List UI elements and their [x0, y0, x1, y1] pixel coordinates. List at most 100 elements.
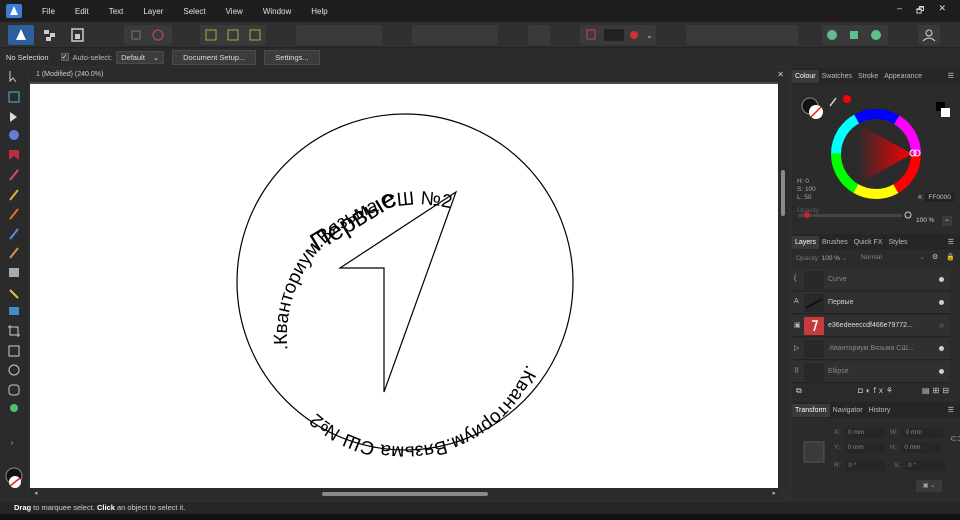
blend-mode-dropdown[interactable]: Normal ⌄ [858, 252, 928, 263]
vertical-scrollbar[interactable] [778, 82, 788, 488]
rounded-rect-tool-icon[interactable] [8, 384, 20, 396]
h-field[interactable]: H: 0 mm [890, 443, 942, 453]
layers-panel-footer-icon[interactable]: ⧉ [796, 386, 802, 396]
auto-select-dropdown[interactable]: Default ⌄ [116, 50, 165, 64]
move-tool-icon[interactable] [9, 71, 17, 83]
transform-panel-menu-icon[interactable]: ☰ [945, 406, 960, 414]
saturation-triangle[interactable] [858, 124, 912, 184]
fill-tool-icon[interactable] [9, 228, 19, 240]
horizontal-scrollbar[interactable]: ◂ ▸ [30, 488, 780, 500]
layer-add-delete-icons[interactable]: ▤⊞⊟ [922, 386, 952, 395]
hex-value[interactable]: FF0000 [925, 193, 954, 202]
menu-view[interactable]: View [216, 7, 253, 16]
pixel-persona-button[interactable] [38, 25, 62, 45]
vector-brush-icon[interactable] [9, 208, 19, 220]
h-value[interactable]: 0 mm [901, 443, 942, 453]
colour-panel-menu-icon[interactable]: ☰ [945, 72, 960, 80]
layer-row-image[interactable]: ▣ e36edeeeccdf466e79772... [792, 315, 950, 337]
link-icon[interactable]: ⊂⊃ [950, 434, 960, 443]
auto-select-checkbox[interactable]: ✓ [60, 53, 69, 61]
designer-persona-button[interactable] [8, 25, 34, 45]
opacity-slider[interactable] [798, 214, 902, 217]
horizontal-scroll-thumb[interactable] [322, 492, 488, 496]
account-button[interactable] [918, 25, 940, 45]
menu-window[interactable]: Window [253, 7, 301, 16]
fill-stroke-swatch-icon[interactable] [801, 97, 823, 119]
layer-row-arc-text[interactable]: ▷ .Кванториум.Вязьма СШ... [792, 338, 950, 360]
minimize-button[interactable]: – [897, 3, 902, 19]
tab-appearance[interactable]: Appearance [881, 73, 925, 80]
shear-field[interactable]: S: 0 ° [894, 461, 945, 471]
visibility-dot-icon[interactable] [939, 346, 944, 351]
colour-swatch-icon[interactable] [5, 467, 23, 488]
document-tab[interactable]: 1 (Modified) (240.0%) ✕ [30, 68, 788, 82]
lock-icon[interactable]: 🔒 [946, 253, 955, 261]
visibility-dot-icon[interactable] [939, 300, 944, 305]
layer-row-text[interactable]: A Первые [792, 292, 950, 314]
visibility-dot-icon[interactable] [939, 369, 944, 374]
w-value[interactable]: 0 mm [902, 428, 943, 438]
tab-history[interactable]: History [866, 407, 894, 414]
rotation-value[interactable]: 0 ° [845, 461, 886, 471]
visibility-dot-icon[interactable] [939, 277, 944, 282]
canvas-area[interactable]: .Кванториум.Вязьма СШ №2 .Кванториум.Вяз… [30, 82, 788, 488]
vector-crop-icon[interactable] [9, 289, 19, 299]
opacity-slider-right-handle[interactable] [904, 211, 912, 219]
layer-actions-icons[interactable]: ◘◐fx⚘ [858, 386, 896, 395]
tab-brushes[interactable]: Brushes [819, 239, 851, 246]
settings-button[interactable]: Settings... [264, 49, 320, 65]
close-button[interactable]: ✕ [938, 3, 946, 19]
stamp-bottom-arc-text[interactable]: .Кванториум.Вязьма СШ №2 [306, 362, 542, 463]
layers-panel-menu-icon[interactable]: ☰ [945, 238, 960, 246]
corner-tool-icon[interactable] [9, 130, 19, 140]
w-field[interactable]: W: 0 mm [890, 428, 943, 438]
node-tool-icon[interactable] [10, 112, 17, 122]
rectangle-tool-icon[interactable] [8, 345, 20, 357]
restore-button[interactable]: 🗗 [916, 3, 924, 19]
export-persona-button[interactable] [66, 25, 90, 45]
vertical-scroll-thumb[interactable] [781, 170, 785, 216]
tab-swatches[interactable]: Swatches [819, 73, 855, 80]
anchor-point-selector-icon[interactable] [802, 440, 826, 464]
place-image-icon[interactable] [9, 307, 19, 315]
tab-styles[interactable]: Styles [886, 239, 911, 246]
transform-options-button[interactable]: ▣ ⌄ [916, 480, 942, 492]
opacity-dropdown-icon[interactable]: ⌄ [942, 216, 952, 226]
close-document-icon[interactable]: ✕ [777, 68, 784, 82]
expand-tools-icon[interactable]: › [11, 440, 14, 447]
shear-value[interactable]: 0 ° [904, 461, 945, 471]
document-page[interactable]: .Кванториум.Вязьма СШ №2 .Кванториум.Вяз… [30, 84, 778, 488]
opacity-value[interactable]: 100 % [916, 217, 934, 224]
menu-file[interactable]: File [32, 7, 65, 16]
tab-transform[interactable]: Transform [792, 403, 830, 417]
rotation-field[interactable]: R: 0 ° [834, 461, 886, 471]
gradient-tool-icon[interactable] [9, 247, 19, 259]
ellipse-tool-icon[interactable] [8, 364, 20, 376]
frame-text-tool-icon[interactable] [10, 404, 18, 412]
tab-colour[interactable]: Colour [792, 69, 819, 83]
menu-layer[interactable]: Layer [133, 7, 173, 16]
layer-opacity-control[interactable]: Opacity: 100 % ⌄ [796, 254, 847, 262]
pen-tool-icon[interactable] [9, 169, 19, 181]
menu-edit[interactable]: Edit [65, 7, 99, 16]
scroll-left-icon[interactable]: ◂ [34, 489, 38, 497]
tab-stroke[interactable]: Stroke [855, 73, 881, 80]
black-white-swatch-icon[interactable] [936, 102, 950, 117]
transparency-tool-icon[interactable] [9, 268, 19, 277]
y-value[interactable]: 0 mm [844, 443, 885, 453]
scroll-right-icon[interactable]: ▸ [772, 489, 776, 497]
visibility-dot-icon[interactable] [939, 323, 944, 328]
x-field[interactable]: X: 0 mm [834, 428, 885, 438]
layer-row-ellipse[interactable]: ⠿ Ellipse [792, 361, 950, 383]
pencil-tool-icon[interactable] [9, 189, 19, 201]
stamp-center-text[interactable]: Первые [305, 183, 402, 257]
shape-builder-icon[interactable] [9, 150, 19, 160]
artboard-tool-icon[interactable] [8, 91, 20, 103]
hex-field[interactable]: #: FF0000 [918, 193, 954, 202]
x-value[interactable]: 0 mm [844, 428, 885, 438]
menu-select[interactable]: Select [173, 7, 215, 16]
tab-navigator[interactable]: Navigator [830, 407, 866, 414]
eyedropper-icon[interactable] [829, 97, 837, 107]
menu-text[interactable]: Text [99, 7, 134, 16]
y-field[interactable]: Y: 0 mm [834, 443, 885, 453]
